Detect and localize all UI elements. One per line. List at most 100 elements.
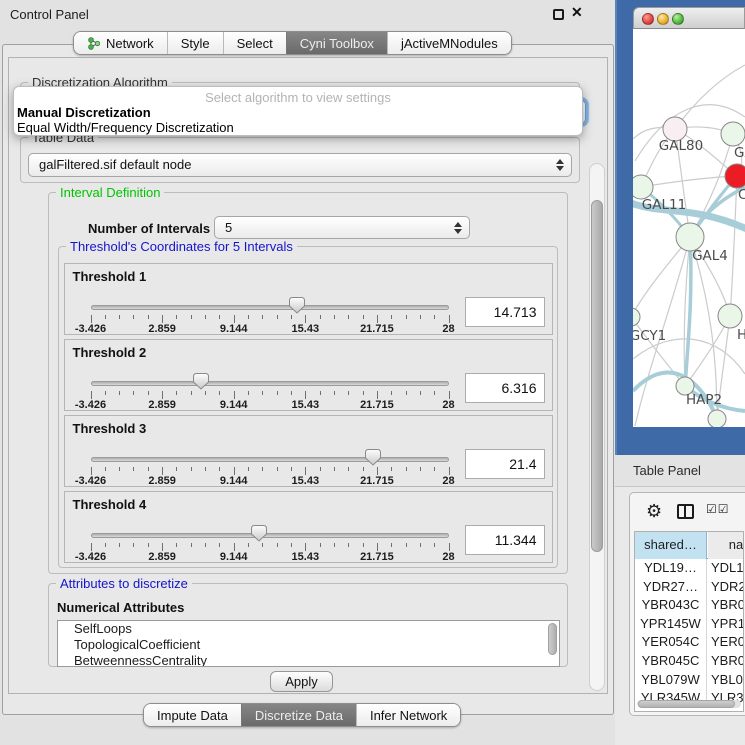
table-row[interactable]: YBL079W YBL0 [635, 671, 743, 690]
threshold-value-field[interactable]: 21.4 [465, 449, 545, 479]
tab-discretize-data-label: Discretize Data [255, 708, 343, 723]
table-row[interactable]: YBR043C YBR0 [635, 596, 743, 615]
tab-jactivemnodules[interactable]: jActiveMNodules [387, 32, 511, 54]
table-cell-shared-name[interactable]: YBR043C [635, 596, 707, 615]
network-node[interactable] [633, 175, 653, 199]
tab-style[interactable]: Style [167, 32, 223, 54]
table-horizontal-scrollbar-thumb[interactable] [638, 700, 735, 708]
network-canvas[interactable]: GAL80GACGAL11GAL4GCY1HHAP2 [633, 29, 745, 427]
slider-thumb[interactable] [251, 525, 267, 542]
table-cell-shared-name[interactable]: YDL19… [635, 559, 707, 578]
network-node-label: GAL11 [642, 197, 686, 213]
table-row[interactable]: YBR045C YBR0 [635, 652, 743, 671]
threshold-slider[interactable]: -3.4262.8599.14415.4321.71528 [91, 492, 449, 564]
network-node[interactable] [725, 164, 745, 188]
threshold-value-field[interactable]: 11.344 [465, 525, 545, 555]
network-node[interactable] [708, 410, 726, 427]
threshold-value-field[interactable]: 14.713 [465, 297, 545, 327]
close-panel-icon[interactable]: ✕ [571, 4, 583, 21]
table-horizontal-scrollbar[interactable] [637, 700, 741, 708]
threshold-panel: Threshold 3 -3.4262.8599.14415.4321.7152… [64, 415, 553, 487]
tab-select[interactable]: Select [223, 32, 286, 54]
node-table: shared… name YDL19… YDL1 YDR27… YDR2 [634, 531, 744, 712]
algorithm-option-manual[interactable]: Manual Discretization [14, 105, 582, 120]
table-cell-shared-name[interactable]: YPR145W [635, 615, 707, 634]
attributes-scrollbar-thumb[interactable] [548, 623, 557, 655]
float-panel-icon[interactable] [553, 9, 564, 20]
network-node-label: GAL4 [692, 248, 728, 264]
slider-thumb[interactable] [193, 373, 209, 390]
network-window-titlebar[interactable] [633, 7, 745, 29]
slider-track[interactable] [91, 381, 449, 386]
table-row[interactable]: YER054C YER0 [635, 633, 743, 652]
attribute-list-item[interactable]: SelfLoops [58, 621, 559, 637]
network-node-label: GA [734, 145, 745, 161]
minimize-window-icon[interactable] [657, 13, 669, 25]
close-window-icon[interactable] [642, 13, 654, 25]
split-panel-icon[interactable] [677, 504, 694, 519]
column-checkbox-icons[interactable]: ☑☑ [706, 502, 730, 516]
network-node[interactable] [721, 122, 745, 146]
network-node[interactable] [718, 304, 742, 328]
table-cell-shared-name[interactable]: YER054C [635, 633, 707, 652]
tab-select-label: Select [237, 36, 273, 51]
apply-button[interactable]: Apply [270, 671, 333, 692]
network-node-label: C [738, 187, 745, 203]
table-cell-name[interactable]: YPR1 [711, 615, 743, 634]
tab-network-label: Network [106, 36, 154, 51]
table-data-combobox[interactable]: galFiltered.sif default node [28, 153, 572, 177]
slider-track[interactable] [91, 457, 449, 462]
attribute-list-item[interactable]: TopologicalCoefficient [58, 637, 559, 653]
table-row[interactable]: YDL19… YDL1 [635, 559, 743, 578]
table-cell-name[interactable]: YER0 [711, 633, 743, 652]
network-node-label: H [737, 327, 745, 343]
table-cell-name[interactable]: YBL0 [711, 671, 743, 690]
table-cell-name[interactable]: YDL1 [711, 559, 743, 578]
attribute-list-item[interactable]: BetweennessCentrality [58, 653, 559, 667]
table-cell-name[interactable]: YBR0 [711, 596, 743, 615]
table-row[interactable]: YDR27… YDR2 [635, 578, 743, 597]
threshold-panel: Threshold 1 -3.4262.8599.14415.4321.7152… [64, 263, 553, 335]
number-of-intervals-combobox[interactable]: 5 [214, 216, 470, 239]
tab-network[interactable]: Network [74, 32, 167, 54]
table-panel-body: ⚙ ☑☑ shared… name YDL19… YDL1 [629, 492, 745, 716]
network-node[interactable] [633, 308, 640, 326]
slider-thumb[interactable] [365, 449, 381, 466]
control-panel-scrollbar[interactable] [589, 163, 605, 691]
table-cell-name[interactable]: YBR0 [711, 652, 743, 671]
tab-jactivemnodules-label: jActiveMNodules [401, 36, 498, 51]
slider-track[interactable] [91, 533, 449, 538]
table-row[interactable]: YPR145W YPR1 [635, 615, 743, 634]
table-cell-shared-name[interactable]: YBL079W [635, 671, 707, 690]
network-node[interactable] [676, 223, 704, 251]
control-panel-scrollbar-thumb[interactable] [591, 200, 603, 552]
threshold-panel: Threshold 2 -3.4262.8599.14415.4321.7152… [64, 339, 553, 411]
table-cell-name[interactable]: YDR2 [711, 578, 743, 597]
threshold-list: Threshold 1 -3.4262.8599.14415.4321.7152… [58, 246, 558, 568]
tab-impute-data[interactable]: Impute Data [144, 704, 241, 726]
numerical-attributes-label: Numerical Attributes [57, 600, 184, 615]
tab-cyni-toolbox-label: Cyni Toolbox [300, 36, 374, 51]
slider-scale-labels: -3.4262.8599.14415.4321.71528 [91, 551, 449, 563]
table-cell-shared-name[interactable]: YBR045C [635, 652, 707, 671]
table-settings-gear-icon[interactable]: ⚙ [646, 501, 662, 522]
tab-infer-network[interactable]: Infer Network [356, 704, 460, 726]
control-panel-tabs: Network Style Select Cyni Toolbox jActiv… [73, 31, 512, 55]
numerical-attributes-list[interactable]: SelfLoops TopologicalCoefficient Between… [57, 620, 560, 667]
threshold-slider[interactable]: -3.4262.8599.14415.4321.71528 [91, 340, 449, 412]
table-cell-shared-name[interactable]: YDR27… [635, 578, 707, 597]
slider-track[interactable] [91, 305, 449, 310]
tab-discretize-data[interactable]: Discretize Data [241, 704, 356, 726]
zoom-window-icon[interactable] [672, 13, 684, 25]
threshold-slider[interactable]: -3.4262.8599.14415.4321.71528 [91, 416, 449, 488]
threshold-value-field[interactable]: 6.316 [465, 373, 545, 403]
threshold-slider[interactable]: -3.4262.8599.14415.4321.71528 [91, 264, 449, 336]
column-header-shared-name[interactable]: shared… [635, 532, 707, 559]
tab-cyni-toolbox[interactable]: Cyni Toolbox [286, 32, 387, 54]
tab-style-label: Style [181, 36, 210, 51]
table-panel: Table Panel ⚙ ☑☑ shared… name YDL19… YDL… [615, 455, 745, 745]
network-node-label: GCY1 [633, 328, 666, 344]
column-header-name[interactable]: name [708, 532, 744, 559]
slider-thumb[interactable] [289, 297, 305, 314]
algorithm-option-equal-width[interactable]: Equal Width/Frequency Discretization [14, 120, 582, 135]
